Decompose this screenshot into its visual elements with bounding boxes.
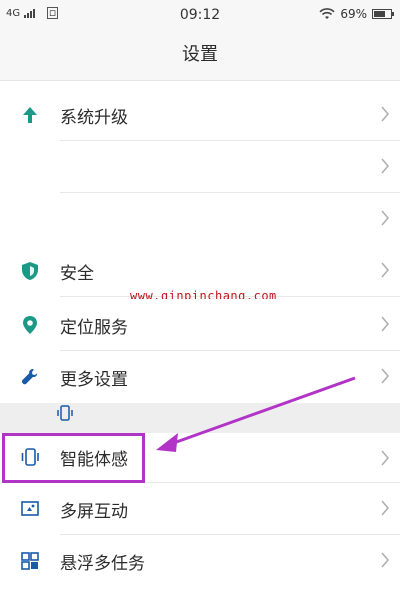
settings-item-label: 更多设置 [60, 370, 128, 390]
battery-fill [374, 11, 385, 17]
chevron-right-icon [381, 158, 390, 174]
page-title: 设置 [0, 30, 400, 81]
chevron-right-icon [381, 450, 390, 466]
settings-item-blank-1[interactable] [0, 141, 400, 193]
settings-item-multi-screen[interactable]: 多屏互动 [0, 483, 400, 535]
settings-item-label: 多屏互动 [60, 502, 128, 522]
settings-item-location[interactable]: 定位服务 [0, 299, 400, 351]
battery-icon [372, 9, 394, 19]
settings-item-label: 定位服务 [60, 318, 128, 338]
phone-motion-icon-small [57, 405, 73, 421]
settings-item-blank-2[interactable] [0, 193, 400, 245]
status-right: 69% [319, 7, 394, 21]
floating-tasks-icon [21, 552, 39, 570]
location-pin-icon [23, 316, 37, 334]
highlight-box [2, 433, 145, 483]
settings-item-system-upgrade[interactable]: 系统升级 [0, 89, 400, 141]
settings-item-label: 悬浮多任务 [60, 554, 145, 574]
chevron-right-icon [381, 368, 390, 384]
chevron-right-icon [381, 262, 390, 278]
chevron-right-icon [381, 500, 390, 516]
chevron-right-icon [381, 210, 390, 226]
settings-item-floating-tasks[interactable]: 悬浮多任务 [0, 535, 400, 587]
chevron-right-icon [381, 552, 390, 568]
status-bar: 4G ▫ 09:12 69% [0, 0, 400, 30]
multi-screen-icon [21, 501, 39, 516]
arrow-up-icon [23, 107, 37, 123]
shield-icon [22, 262, 38, 280]
wrench-icon [21, 369, 38, 385]
settings-item-more-settings[interactable]: 更多设置 [0, 351, 400, 403]
battery-percent: 69% [340, 7, 367, 21]
chevron-right-icon [381, 316, 390, 332]
chevron-right-icon [381, 106, 390, 122]
settings-item-label: 系统升级 [60, 108, 128, 128]
settings-item-label: 安全 [60, 264, 94, 284]
wifi-icon [319, 8, 335, 19]
